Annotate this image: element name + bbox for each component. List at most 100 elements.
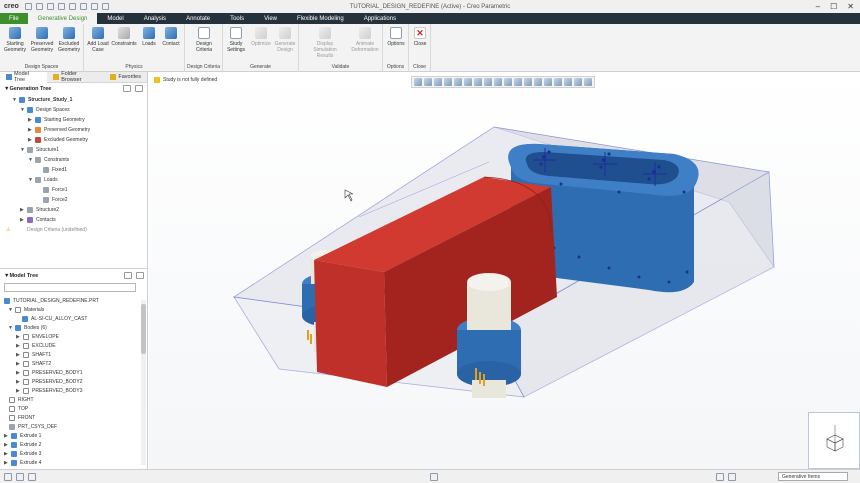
generate-icon <box>279 27 291 39</box>
tree-item[interactable]: ▼ Structure1 <box>20 145 59 155</box>
save-icon[interactable] <box>46 3 54 10</box>
tree-item[interactable]: ▶ Starting Geometry <box>28 115 85 125</box>
tree-item[interactable]: ▶ Structure2 <box>20 205 59 215</box>
maximize-icon[interactable]: ☐ <box>830 2 837 11</box>
orientation-triad[interactable] <box>808 412 860 469</box>
constraints-button[interactable]: Constraints <box>111 27 137 47</box>
minimize-icon[interactable]: – <box>816 2 820 11</box>
tree-item[interactable]: Force2 <box>36 195 68 205</box>
mouse-cursor <box>344 189 354 202</box>
tab-tools[interactable]: Tools <box>220 13 254 24</box>
close-window-icon[interactable] <box>101 3 109 10</box>
tree-item[interactable]: Fixed1 <box>36 165 67 175</box>
group-label: Generate <box>250 64 271 70</box>
study-icon <box>19 97 25 103</box>
body-icon <box>23 388 29 394</box>
close-button[interactable]: ✕ Close <box>407 27 433 47</box>
preserved-geometry-button[interactable]: Preserved Geometry <box>29 27 55 53</box>
datum-plane-icon <box>9 397 15 403</box>
quick-access-toolbar <box>24 3 109 10</box>
tree-filter-icon[interactable] <box>124 272 132 279</box>
3d-model-view[interactable] <box>149 72 860 469</box>
datum-plane-icon <box>9 406 15 412</box>
structure-icon <box>27 147 33 153</box>
tab-flexible-modeling[interactable]: Flexible Modeling <box>287 13 354 24</box>
redo-icon[interactable] <box>68 3 76 10</box>
options-button[interactable]: Options <box>383 27 409 47</box>
starting-geometry-button[interactable]: Starting Geometry <box>2 27 28 53</box>
graphics-area[interactable]: Study is not fully defined <box>149 72 860 469</box>
tree-item[interactable]: ▼ Loads <box>28 175 58 185</box>
group-label: Validate <box>331 64 350 70</box>
app-logo: creo <box>4 3 19 10</box>
display-simulation-results-button[interactable]: Display Simulation Results <box>307 27 343 59</box>
structure-icon <box>27 207 33 213</box>
body-icon <box>23 361 29 367</box>
tab-analysis[interactable]: Analysis <box>134 13 176 24</box>
material-icon <box>22 316 28 322</box>
close-icon[interactable]: ✕ <box>847 2 854 11</box>
tree-item[interactable]: ▶ Contacts <box>20 215 56 225</box>
tree-filter-icon[interactable] <box>123 85 131 92</box>
open-icon[interactable] <box>35 3 43 10</box>
generate-design-button[interactable]: Generate Design <box>272 27 298 53</box>
new-icon[interactable] <box>24 3 32 10</box>
tab-favorites[interactable]: Favorites <box>104 72 147 83</box>
fullscreen-icon[interactable] <box>430 473 438 481</box>
tree-item[interactable]: ▶ Excluded Geometry <box>28 135 88 145</box>
ribbon: Starting Geometry Preserved Geometry Exc… <box>0 24 860 72</box>
excluded-geometry-button[interactable]: Excluded Geometry <box>56 27 82 53</box>
loads-icon <box>35 177 41 183</box>
tree-item[interactable]: ▶ Extrude 4 <box>4 458 41 468</box>
tree-item[interactable]: ⚠ Design Criteria (undefined) <box>6 225 87 235</box>
selection-filter-dropdown[interactable]: Generative Items <box>778 472 848 481</box>
undo-icon[interactable] <box>57 3 65 10</box>
panel-divider[interactable] <box>0 268 148 269</box>
excluded-geometry-icon <box>63 27 75 39</box>
tab-model-tree[interactable]: Model Tree <box>0 71 48 83</box>
scroll-thumb[interactable] <box>141 304 146 354</box>
tree-item[interactable]: ▶ Preserved Geometry <box>28 125 90 135</box>
selection-filter-icon[interactable] <box>728 473 736 481</box>
star-icon <box>110 74 117 80</box>
tab-model[interactable]: Model <box>97 13 133 24</box>
regenerate-icon[interactable] <box>79 3 87 10</box>
navigator-toggle-icon[interactable] <box>16 473 24 481</box>
group-design-spaces: Starting Geometry Preserved Geometry Exc… <box>0 24 84 72</box>
study-settings-button[interactable]: Study Settings <box>223 27 249 53</box>
model-tree-header: ▼ Model Tree <box>0 270 148 282</box>
message-log-icon[interactable] <box>4 473 12 481</box>
browser-toggle-icon[interactable] <box>28 473 36 481</box>
tab-generative-design[interactable]: Generative Design <box>27 13 98 24</box>
group-label: Close <box>413 64 426 70</box>
tab-applications[interactable]: Applications <box>354 13 406 24</box>
smart-select-icon[interactable] <box>716 473 724 481</box>
csys-icon <box>9 424 15 430</box>
group-validate: Display Simulation Results Animate Defor… <box>299 24 383 72</box>
contact-button[interactable]: Contact <box>158 27 184 47</box>
animate-deformation-button[interactable]: Animate Deformation <box>349 27 381 53</box>
tree-settings-icon[interactable] <box>135 85 143 92</box>
optimize-button[interactable]: Optimize <box>248 27 274 47</box>
group-label: Physics <box>125 64 143 70</box>
close-x-icon: ✕ <box>414 27 426 39</box>
tab-annotate[interactable]: Annotate <box>176 13 220 24</box>
tree-item[interactable]: ▼ Constraints <box>28 155 69 165</box>
tree-item[interactable]: ▼ Structure_Study_1 <box>12 95 72 105</box>
design-criteria-button[interactable]: Design Criteria <box>191 27 217 53</box>
tree-settings-icon[interactable] <box>136 272 144 279</box>
tree-item[interactable]: Force1 <box>36 185 68 195</box>
model-tree-search-input[interactable] <box>4 283 136 292</box>
add-load-case-button[interactable]: Add Load Case <box>85 27 111 53</box>
folder-icon <box>53 74 60 80</box>
tab-file[interactable]: File <box>0 13 28 24</box>
contacts-icon <box>27 217 33 223</box>
tab-folder-browser[interactable]: Folder Browser <box>47 71 104 83</box>
tab-view[interactable]: View <box>254 13 287 24</box>
tree-item[interactable]: ▼ Design Spaces <box>20 105 70 115</box>
force-icon <box>43 187 49 193</box>
group-close: ✕ Close Close <box>409 24 431 72</box>
study-settings-icon <box>230 27 242 39</box>
load-case-icon <box>92 27 104 39</box>
windows-icon[interactable] <box>90 3 98 10</box>
